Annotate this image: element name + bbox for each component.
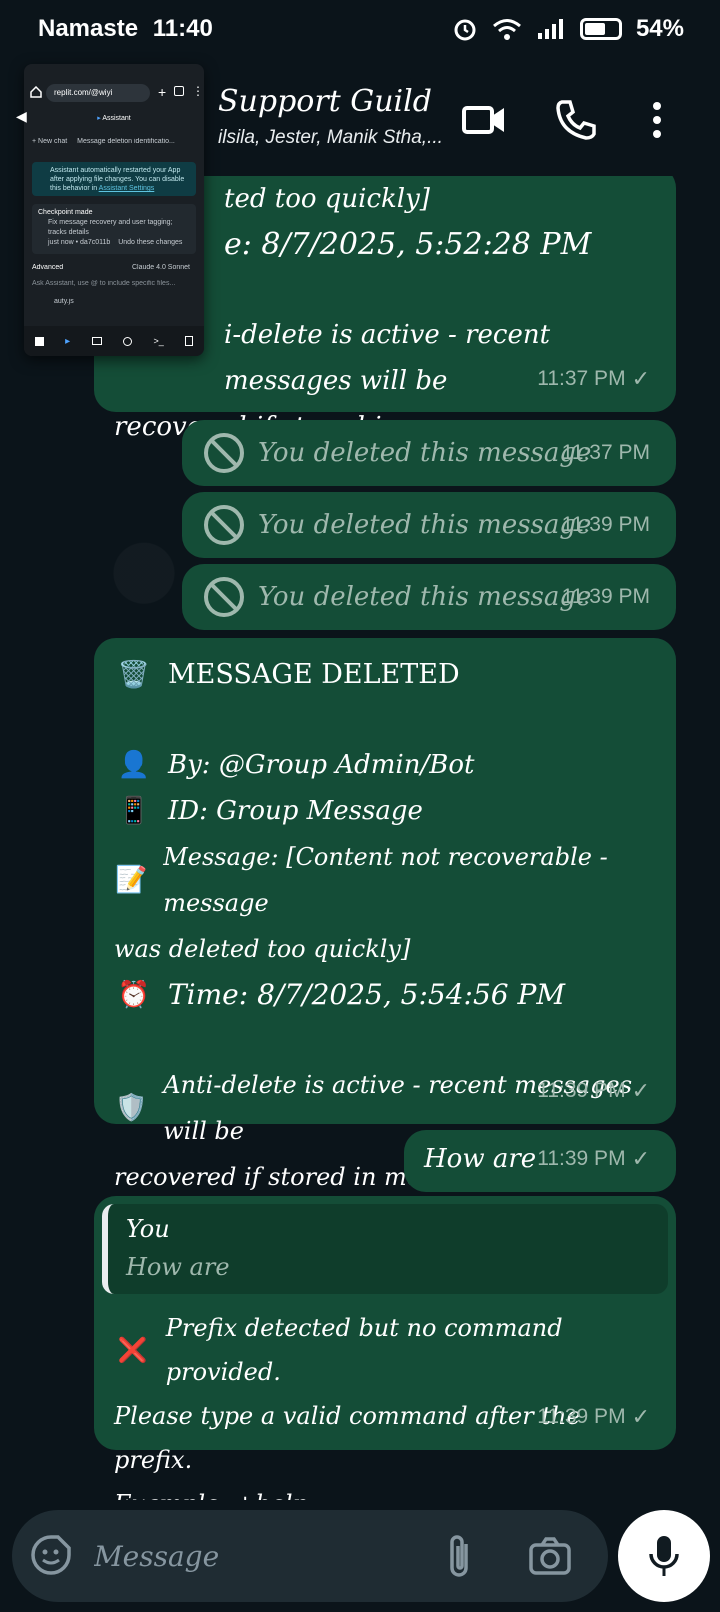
stop-icon[interactable] <box>34 336 44 346</box>
checkpoint-desc: Fix message recovery and user tagging; t… <box>48 219 173 236</box>
message-input-bar <box>12 1510 608 1602</box>
user-icon: 👤 <box>117 750 151 780</box>
checkpoint-box: Checkpoint made Fix message recovery and… <box>32 204 196 254</box>
message-time: 11:39 PM <box>561 513 650 536</box>
mic-icon <box>649 1536 679 1576</box>
new-chat-button[interactable]: + New chat <box>32 138 67 145</box>
message-bubble[interactable]: You How are ❌ Prefix detected but no comm… <box>94 1196 676 1500</box>
check-icon: ✓ <box>631 366 650 391</box>
deleted-message[interactable]: You deleted this message 11:37 PM <box>182 420 676 486</box>
mode-row[interactable]: Advanced Claude 4.0 Sonnet <box>32 264 196 271</box>
chat-title-area[interactable]: Support Guild ilsila, Jester, Manik Stha… <box>218 84 443 149</box>
menu-icon[interactable]: ⋮ <box>192 84 204 98</box>
devices-icon[interactable] <box>185 336 194 346</box>
quoted-message[interactable]: You How are <box>102 1204 668 1294</box>
terminal-icon[interactable]: >_ <box>154 336 164 346</box>
message-input[interactable] <box>94 1532 434 1580</box>
assistant-settings-link[interactable]: Assistant Settings <box>99 185 155 192</box>
message-line: was deleted too quickly] <box>114 935 411 963</box>
check-icon: ✓ <box>631 1078 650 1103</box>
video-call-icon[interactable] <box>462 98 506 142</box>
chat-row[interactable]: + New chat Message deletion identificati… <box>32 138 196 145</box>
overlay-back-icon[interactable]: ◀ <box>16 108 27 125</box>
home-icon[interactable] <box>30 86 42 98</box>
message-line: Example: +help <box>114 1482 656 1500</box>
message-line: 📱 ID: Group Message <box>114 788 654 834</box>
message-time: 11:39 PM <box>561 585 650 608</box>
battery-icon <box>579 18 622 40</box>
check-icon: ✓ <box>631 1404 650 1429</box>
status-right: 54% <box>452 15 684 43</box>
trash-icon: 🗑️ <box>117 660 151 690</box>
new-tab-icon[interactable]: + <box>158 84 166 100</box>
quote-text: How are <box>126 1253 230 1281</box>
notice-box: Assistant automatically restarted your A… <box>32 162 196 196</box>
voice-call-icon[interactable] <box>554 98 598 142</box>
chat-area[interactable]: ted too quickly] e: 8/7/2025, 5:52:28 PM… <box>0 176 720 1500</box>
deleted-icon <box>204 577 244 617</box>
shield-icon: 🛡️ <box>115 1093 148 1123</box>
undo-link[interactable]: Undo these changes <box>118 239 182 246</box>
signal-icon <box>537 19 563 39</box>
deleted-message[interactable]: You deleted this message 11:39 PM <box>182 564 676 630</box>
chat-name: Message deletion identificatio... <box>77 138 175 145</box>
alarm-clock-icon: ⏰ <box>117 980 151 1010</box>
message-bubble[interactable]: How are 11:39 PM ✓ <box>404 1130 676 1192</box>
preview-icon[interactable] <box>91 337 102 345</box>
chat-title: Support Guild <box>218 84 432 119</box>
assistant-icon: ▸ <box>97 115 101 122</box>
message-time: 11:39 PM ✓ <box>537 1394 650 1440</box>
message-time: 11:37 PM <box>561 441 650 464</box>
mode-selector[interactable]: Advanced <box>32 264 63 271</box>
deleted-label: You deleted this message <box>258 438 592 468</box>
attach-icon[interactable] <box>444 1532 474 1580</box>
more-options-icon[interactable] <box>642 98 672 142</box>
overlay-toolbar: ▸ >_ <box>24 326 204 356</box>
assistant-tool-icon[interactable]: ▸ <box>65 336 70 347</box>
chat-members: ilsila, Jester, Manik Stha,... <box>218 127 443 148</box>
message-heading-row: 🗑️ MESSAGE DELETED <box>114 652 654 698</box>
deleted-message[interactable]: You deleted this message 11:39 PM <box>182 492 676 558</box>
sticker-icon[interactable] <box>30 1534 72 1576</box>
message-time: 11:37 PM ✓ <box>537 356 650 402</box>
tabs-icon[interactable] <box>174 86 184 96</box>
camera-icon[interactable] <box>528 1536 572 1576</box>
assistant-tab-title: Assistant <box>102 115 131 122</box>
phone-icon: 📱 <box>117 796 151 826</box>
palette-icon[interactable] <box>123 336 133 346</box>
message-text: How are <box>424 1144 537 1174</box>
url-bar[interactable]: replit.com/@wiyi <box>46 84 150 102</box>
checkpoint-title: Checkpoint made <box>38 209 93 216</box>
message-bubble[interactable]: 🗑️ MESSAGE DELETED 👤 By: @Group Admin/Bot … <box>94 638 676 1191</box>
deleted-icon <box>204 433 244 473</box>
deleted-label: You deleted this message <box>258 510 592 540</box>
message-line: ⏰ Time: 8/7/2025, 5:54:56 PM <box>114 972 654 1018</box>
carrier-label: Namaste <box>38 15 139 42</box>
message-heading: MESSAGE DELETED <box>168 659 460 690</box>
message-time: 11:39 PM ✓ <box>537 1068 650 1114</box>
message-line: 📝 Message: [Content not recoverable - mes… <box>115 843 608 917</box>
quote-author: You <box>126 1215 170 1243</box>
attached-file[interactable]: auty.js <box>54 298 74 305</box>
status-bar: Namaste 11:40 54% <box>0 0 720 58</box>
message-line: ❌ Prefix detected but no command provided… <box>114 1306 656 1394</box>
clock: 11:40 <box>152 15 213 42</box>
battery-percent: 54% <box>635 15 684 42</box>
assistant-input[interactable]: Ask Assistant, use @ to include specific… <box>32 280 196 287</box>
message-time: 11:39 PM ✓ <box>537 1136 650 1182</box>
check-icon: ✓ <box>631 1146 650 1171</box>
assistant-tab-row: ▸ Assistant <box>32 114 196 122</box>
model-selector[interactable]: Claude 4.0 Sonnet <box>132 264 190 271</box>
cross-icon: ❌ <box>117 1336 148 1364</box>
wifi-icon <box>492 19 521 40</box>
deleted-icon <box>204 505 244 545</box>
mic-button[interactable] <box>618 1510 710 1602</box>
deleted-label: You deleted this message <box>258 582 592 612</box>
status-left: Namaste 11:40 <box>38 15 213 43</box>
floating-app-window[interactable]: replit.com/@wiyi + ⋮ ▸ Assistant + New c… <box>24 64 204 356</box>
alarm-icon <box>454 19 476 41</box>
attachment-row: auty.js <box>32 298 196 305</box>
memo-icon: 📝 <box>115 865 148 895</box>
message-line: 👤 By: @Group Admin/Bot <box>114 742 654 788</box>
